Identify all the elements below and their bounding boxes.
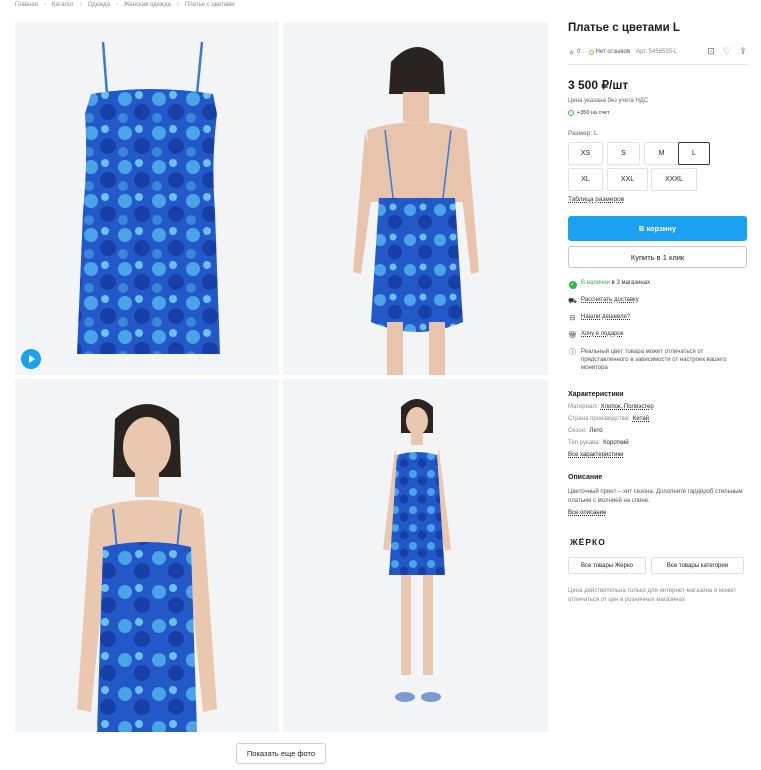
dress-front-image bbox=[77, 41, 220, 354]
availability-icon: ✓ bbox=[568, 280, 577, 289]
spec-label: Материал: bbox=[568, 404, 598, 410]
star-icon: ★ bbox=[568, 47, 576, 57]
breadcrumb-item-clothes[interactable]: Одежда bbox=[88, 2, 110, 8]
spec-value: Лето bbox=[589, 428, 603, 434]
brand-logo[interactable]: ЖЁРКО bbox=[570, 537, 606, 547]
compare-icon[interactable]: ⊡ bbox=[706, 46, 716, 56]
spec-row-material: Материал: Хлопок, Полиэстер bbox=[568, 404, 654, 410]
all-brand-products-button[interactable]: Все товары Жерко bbox=[568, 557, 646, 574]
price-disclaimer: Цена действительна только для интернет-м… bbox=[568, 588, 737, 603]
bonus-text: +350 на счет bbox=[577, 110, 610, 116]
in-stock-label: В наличии bbox=[581, 280, 611, 286]
spec-row-season: Сезон: Лето bbox=[568, 428, 603, 434]
spec-label: Сезон: bbox=[568, 428, 587, 434]
article-number: Арт. 5456535-L bbox=[636, 49, 678, 55]
color-note-text: Реальный цвет товара может отличаться от… bbox=[581, 349, 727, 371]
description-text: Цветочный принт – хит сезона. Дополните … bbox=[568, 489, 743, 504]
spec-value[interactable]: Китай bbox=[633, 416, 649, 422]
gift-icon: 🎁︎ bbox=[568, 332, 577, 339]
share-icon[interactable]: ⇪ bbox=[738, 46, 748, 56]
delivery-row: ⛟ Рассчитать доставку bbox=[568, 297, 748, 306]
size-option-xs[interactable]: XS bbox=[568, 142, 603, 165]
size-option-xxxl[interactable]: XXXL bbox=[651, 168, 697, 191]
size-option-l[interactable]: L bbox=[678, 142, 710, 165]
breadcrumb-item-current: Платье с цветами bbox=[184, 2, 235, 8]
cheaper-row: ⊟ Нашли дешевле? bbox=[568, 314, 748, 323]
cheaper-link[interactable]: Нашли дешевле? bbox=[581, 314, 630, 320]
spec-label: Тип рукава: bbox=[568, 440, 601, 446]
bonus-icon bbox=[568, 110, 574, 116]
truck-icon: ⛟ bbox=[568, 298, 577, 305]
spec-row-sleeve: Тип рукава: Короткий bbox=[568, 440, 629, 446]
product-title: Платье с цветами L bbox=[568, 22, 680, 34]
product-actions-icons: ⊡ ♡ ⇪ bbox=[706, 46, 748, 56]
play-icon bbox=[29, 355, 35, 363]
show-more-photos-button[interactable]: Показать еще фото bbox=[236, 743, 326, 764]
reviews-link[interactable]: Нет отзывов bbox=[596, 49, 631, 55]
breadcrumb-item-womens[interactable]: Женская одежда bbox=[124, 2, 171, 8]
model-front-closeup-photo[interactable] bbox=[15, 379, 279, 732]
breadcrumb-separator: › bbox=[43, 2, 46, 8]
gift-row: 🎁︎ Хочу в подарок bbox=[568, 331, 748, 340]
size-label: Размер: L bbox=[568, 130, 598, 137]
model-back-image bbox=[353, 47, 479, 375]
breadcrumb-separator: › bbox=[176, 2, 179, 8]
breadcrumb-separator: › bbox=[115, 2, 118, 8]
all-specs-link[interactable]: Все характеристики bbox=[568, 452, 623, 458]
spec-value[interactable]: Хлопок, Полиэстер bbox=[600, 404, 653, 410]
stores-count-label: в 3 магазинах bbox=[610, 280, 651, 286]
availability-row: ✓ В наличии в 3 магазинах bbox=[568, 280, 748, 289]
product-meta: ★ 0 Нет отзывов Арт. 5456535-L ⊡ ♡ ⇪ bbox=[568, 46, 748, 58]
price-tag-icon: ⊟ bbox=[569, 315, 576, 322]
breadcrumb-item-home[interactable]: Главная bbox=[15, 2, 38, 8]
breadcrumb: Главная › Каталог › Одежда › Женская оде… bbox=[15, 2, 235, 8]
info-icon: ⓘ bbox=[569, 349, 576, 356]
breadcrumb-separator: › bbox=[79, 2, 82, 8]
buy-one-click-button[interactable]: Купить в 1 клик bbox=[568, 246, 747, 268]
model-full-length-image bbox=[383, 399, 451, 702]
size-option-m[interactable]: M bbox=[644, 142, 679, 165]
availability-text[interactable]: В наличии в 3 магазинах bbox=[581, 280, 650, 286]
delivery-link[interactable]: Рассчитать доставку bbox=[581, 297, 639, 303]
add-to-cart-button[interactable]: В корзину bbox=[568, 216, 747, 241]
play-video-button[interactable] bbox=[21, 349, 41, 369]
model-front-closeup-image bbox=[77, 404, 217, 732]
spec-row-country: Страна производства: Китай bbox=[568, 416, 649, 422]
size-option-xl[interactable]: XL bbox=[568, 168, 603, 191]
spec-value: Короткий bbox=[603, 440, 629, 446]
size-option-xxl[interactable]: XXL bbox=[607, 168, 648, 191]
bonus-info: +350 на счет bbox=[568, 110, 610, 116]
breadcrumb-item-catalog[interactable]: Каталог bbox=[52, 2, 74, 8]
rating-value: 0 bbox=[577, 49, 581, 55]
reviews-icon bbox=[588, 49, 594, 55]
description-title: Описание bbox=[568, 474, 603, 481]
divider bbox=[568, 64, 748, 65]
size-option-s[interactable]: S bbox=[607, 142, 640, 165]
gift-link[interactable]: Хочу в подарок bbox=[581, 331, 623, 337]
product-price: 3 500 ₽/шт bbox=[568, 78, 629, 92]
color-note-row: ⓘ Реальный цвет товара может отличаться … bbox=[568, 348, 748, 372]
size-table-link[interactable]: Таблица размеров bbox=[568, 196, 624, 203]
model-full-length-photo[interactable] bbox=[283, 379, 548, 732]
vat-note: Цена указана без учета НДС bbox=[568, 98, 649, 104]
spec-label: Страна производства: bbox=[568, 416, 630, 422]
model-back-photo[interactable] bbox=[283, 22, 548, 375]
favorite-heart-icon[interactable]: ♡ bbox=[722, 46, 732, 56]
all-description-link[interactable]: Все описание bbox=[568, 510, 606, 516]
dress-front-photo[interactable] bbox=[15, 22, 279, 375]
specs-title: Характеристики bbox=[568, 391, 624, 398]
all-category-products-button[interactable]: Все товары категории bbox=[651, 557, 744, 574]
